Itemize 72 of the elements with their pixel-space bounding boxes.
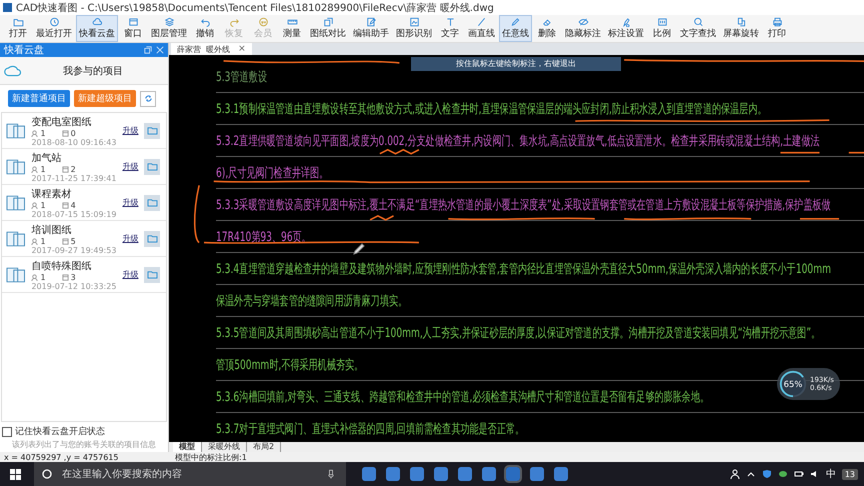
- usage-gauge: 65%: [778, 369, 808, 399]
- toolbar-button[interactable]: 文字查找: [677, 15, 719, 42]
- taskbar-search-bar[interactable]: 在这里输入你要搜索的内容: [34, 462, 346, 486]
- upgrade-link[interactable]: 升级: [122, 269, 138, 280]
- toolbar-button[interactable]: 窗口: [119, 15, 147, 42]
- drawing-text: 5.3管道敷设: [216, 68, 267, 86]
- toolbar-button[interactable]: 打开: [4, 15, 32, 42]
- toolbar-button[interactable]: 屏幕旋转: [720, 15, 762, 42]
- drawing-text: 5.3.4直埋管道穿越检查井的墙壁及建筑物外墙时,应预埋刚性防水套管,套管内径比直埋管保温外壳直径大50mm,保温外壳深入墙内的长度不小于100mm: [216, 260, 831, 278]
- upgrade-link[interactable]: 升级: [122, 125, 138, 136]
- scale-readout: 模型中的标注比例:1: [175, 452, 247, 462]
- toolbar-button[interactable]: 任意线: [499, 15, 532, 42]
- file-count: 2: [70, 164, 76, 174]
- project-name[interactable]: 变配电室图纸: [31, 114, 116, 128]
- drawing-text: 管顶500mm时,不得采用机械夯实。: [216, 356, 364, 374]
- toolbar-button[interactable]: 标注设置: [605, 15, 647, 42]
- drawing-text: 5.3.2直埋供暖管道坡向见平面图,坡度为0.002,分支处做检查井,内设阀门、集水坑,高点设置放气,低点设置泄水。检查井采用砖或混凝土结构,土建做法: [216, 132, 820, 150]
- file-count: 5: [70, 236, 76, 246]
- panel-note: 该列表列出了与您的账号关联的项目信息: [11, 439, 157, 451]
- window-title: CAD快速看图 - C:\Users\19858\Documents\Tencent Files\1810289900\FileRecv\薛家营 暖外线.dwg: [16, 2, 494, 14]
- layout-tab[interactable]: 模型: [173, 442, 202, 452]
- upgrade-link[interactable]: 升级: [122, 233, 138, 244]
- member-count: 1: [40, 272, 46, 282]
- drawing-text: 5.3.5管道间及其周围填砂高出管道不小于100mm,人工夯实,并保证砂层的厚度,以保证对管道的支撑。沟槽开挖及管道安装回填见“沟槽开挖示意图”。: [216, 324, 820, 342]
- project-date: 2017-11-25 17:39:41: [31, 174, 116, 182]
- remember-label: 记住快看云盘开启状态: [15, 426, 105, 438]
- toolbar-button[interactable]: 编辑助手: [350, 15, 392, 42]
- drawing-text: 5.3.3采暖管道敷设高度详见图中标注,覆土不满足“直埋热水管道的最小覆土深度表”处,采取设置钢套管或在管道上方敷设混凝土板等保护措施,保护盖板做: [216, 196, 831, 214]
- toolbar-button[interactable]: 图层管理: [148, 15, 190, 42]
- drawing-text: 保温外壳与穿墙套管的缝隙间用沥青麻刀填实。: [216, 292, 408, 310]
- file-count: 4: [70, 200, 76, 210]
- drawing-text: 6),尺寸见阀门检查井详图。: [216, 164, 328, 182]
- panel-title: 快看云盘: [4, 44, 45, 57]
- member-count: 1: [40, 164, 46, 174]
- notification-badge[interactable]: 13: [842, 468, 858, 480]
- toolbar-button[interactable]: 测量: [278, 15, 306, 42]
- toolbar-button[interactable]: 打印: [763, 15, 791, 42]
- member-count: 1: [40, 200, 46, 210]
- toolbar-button[interactable]: 撤销: [191, 15, 219, 42]
- toolbar-button[interactable]: 删除: [533, 15, 561, 42]
- project-date: 2018-08-10 09:16:43: [31, 138, 116, 146]
- project-date: 2017-09-27 19:49:53: [31, 246, 116, 254]
- project-name[interactable]: 培训图纸: [31, 222, 116, 236]
- toolbar-button[interactable]: 画直线: [465, 15, 498, 42]
- project-date: 2018-07-15 15:09:19: [31, 210, 116, 218]
- drawing-text: 5.3.1预制保温管道由直埋敷设转至其他敷设方式,或进入检查井时,直埋保温管保温层的端头应封闭,防止积水浸入到直埋管道的保温层内。: [216, 100, 767, 118]
- project-date: 2019-07-12 10:33:25: [31, 282, 116, 290]
- toolbar-button[interactable]: 文字: [436, 15, 464, 42]
- toolbar-button[interactable]: 比例: [648, 15, 676, 42]
- hint-tooltip: 按住鼠标左键绘制标注，右键退出: [411, 57, 621, 71]
- section-heading: 我参与的项目: [62, 64, 124, 78]
- new-project-button[interactable]: 新建普通项目: [8, 90, 70, 107]
- member-count: 1: [40, 236, 46, 246]
- upgrade-link[interactable]: 升级: [122, 161, 138, 172]
- file-count: 3: [70, 272, 76, 282]
- search-input[interactable]: 在这里输入你要搜索的内容: [60, 468, 320, 480]
- document-tab[interactable]: 薛家营 暖外线 ×: [171, 43, 252, 55]
- toolbar-button[interactable]: 图纸对比: [307, 15, 349, 42]
- project-name[interactable]: 自喷特殊图纸: [31, 258, 116, 272]
- drawing-text: 5.3.7对于直埋式阀门、直埋式补偿器的四周,回填前需检查其功能是否正常。: [216, 420, 524, 438]
- input-method-indicator[interactable]: 中: [826, 467, 836, 481]
- file-count: 0: [70, 128, 76, 138]
- close-tab-icon[interactable]: ×: [238, 44, 246, 54]
- toolbar-button[interactable]: 图形识别: [393, 15, 435, 42]
- toolbar-button[interactable]: 最近打开: [33, 15, 75, 42]
- toolbar-button[interactable]: 快看云盘: [76, 15, 118, 42]
- project-name[interactable]: 课程素材: [31, 186, 116, 200]
- member-count: 1: [40, 128, 46, 138]
- project-name[interactable]: 加气站: [31, 150, 116, 164]
- toolbar-button[interactable]: 隐藏标注: [562, 15, 604, 42]
- upgrade-link[interactable]: 升级: [122, 197, 138, 208]
- drawing-text: 5.3.6沟槽回填前,对弯头、三通支线、跨越管和检查井中的管道,必须检查其沟槽尺寸和管道位置是否留有足够的膨胀余地。: [216, 388, 710, 406]
